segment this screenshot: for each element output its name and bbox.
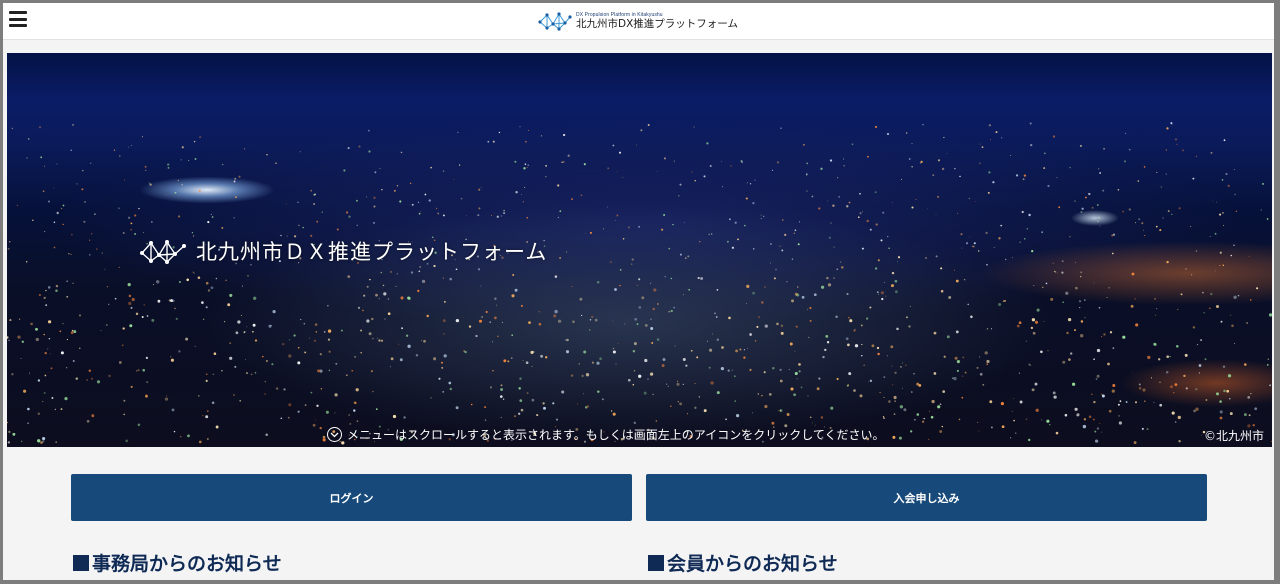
office-news-heading-text: 事務局からのお知らせ — [92, 553, 282, 575]
copyright-text: ©北九州市 — [1203, 429, 1264, 443]
network-nodes-logo-icon — [140, 240, 186, 264]
member-news-heading: 会員からのお知らせ — [648, 549, 838, 576]
square-bullet-icon — [73, 554, 89, 571]
network-nodes-logo-icon — [538, 12, 572, 31]
chevron-down-circle-icon[interactable] — [327, 427, 342, 442]
member-news-heading-text: 会員からのお知らせ — [667, 553, 838, 575]
site-header: DX Propulsion Platform in Kitakyushu 北九州… — [3, 3, 1274, 40]
logo-title: 北九州市DX推進プラットフォーム — [576, 17, 738, 30]
scroll-hint-text: メニューはスクロールすると表示されます。もしくは画面左上のアイコンをクリックして… — [347, 428, 885, 442]
square-bullet-icon — [648, 554, 664, 571]
scroll-hint: メニューはスクロールすると表示されます。もしくは画面左上のアイコンをクリックして… — [327, 426, 884, 443]
hero-title: 北九州市ＤＸ推進プラットフォーム — [140, 236, 547, 266]
hamburger-menu-icon[interactable] — [9, 11, 27, 27]
office-news-heading: 事務局からのお知らせ — [73, 549, 282, 576]
hero-title-text: 北九州市ＤＸ推進プラットフォーム — [196, 240, 548, 264]
membership-application-button[interactable]: 入会申し込み — [646, 474, 1207, 521]
hero-banner: 北九州市ＤＸ推進プラットフォーム メニューはスクロールすると表示されます。もしく… — [7, 53, 1272, 447]
page-frame: DX Propulsion Platform in Kitakyushu 北九州… — [3, 3, 1274, 580]
login-button[interactable]: ログイン — [71, 474, 632, 521]
site-logo[interactable]: DX Propulsion Platform in Kitakyushu 北九州… — [538, 7, 738, 35]
